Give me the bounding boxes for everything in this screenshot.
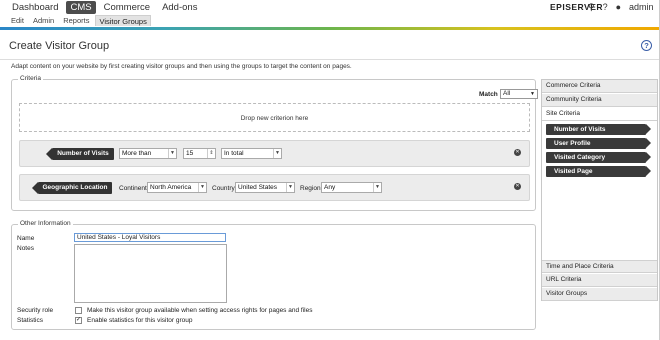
subnav-admin[interactable]: Admin	[30, 15, 57, 26]
search-icon[interactable]: ⚲	[588, 2, 595, 13]
continent-label: Continent	[119, 185, 147, 192]
panel-header-time-place-criteria[interactable]: Time and Place Criteria	[542, 260, 657, 273]
criterion-row-geographic-location: Geographic Location Continent North Amer…	[19, 174, 530, 201]
region-label: Region	[300, 185, 321, 192]
subnav-visitor-groups[interactable]: Visitor Groups	[95, 15, 151, 26]
chevron-down-icon: ▼	[530, 91, 535, 97]
country-value: United States	[238, 184, 278, 191]
panel-header-community-criteria[interactable]: Community Criteria	[542, 94, 657, 107]
criteria-legend: Criteria	[18, 75, 43, 82]
help-menu-icon[interactable]: ?	[603, 2, 608, 12]
criterion-tag[interactable]: Number of Visits	[46, 148, 114, 160]
comparison-value: More than	[122, 150, 152, 157]
user-icon[interactable]: ●	[616, 2, 621, 12]
region-value: Any	[324, 184, 336, 191]
top-bar: Dashboard CMS Commerce Add-ons EPISERVER…	[0, 0, 660, 14]
panel-header-commerce-criteria[interactable]: Commerce Criteria	[542, 80, 657, 93]
stepper-arrows-icon[interactable]: ⇕	[207, 149, 215, 158]
period-select[interactable]: In total ▼	[221, 148, 282, 159]
chevron-down-icon: ▼	[168, 149, 176, 158]
continent-select[interactable]: North America ▼	[147, 182, 207, 193]
match-label: Match	[479, 91, 498, 98]
subnav-edit[interactable]: Edit	[8, 15, 27, 26]
chevron-down-icon: ▼	[273, 149, 281, 158]
statistics-text: Enable statistics for this visitor group	[87, 317, 193, 324]
notes-textarea[interactable]	[74, 244, 227, 303]
match-value: All	[503, 90, 511, 97]
criteria-fieldset: Criteria Match All ▼ Drop new criterion …	[11, 75, 538, 211]
period-value: In total	[224, 150, 244, 157]
nav-commerce[interactable]: Commerce	[100, 1, 154, 14]
criterion-number-of-visits[interactable]: Number of Visits	[546, 124, 651, 135]
sub-nav: Edit Admin Reports Visitor Groups	[8, 15, 154, 26]
statistics-checkbox[interactable]: ✓	[75, 317, 82, 324]
name-label: Name	[17, 235, 35, 242]
panel-header-url-criteria[interactable]: URL Criteria	[542, 274, 657, 287]
name-field[interactable]: United States - Loyal Visitors	[74, 233, 226, 242]
visits-count-stepper[interactable]: 15 ⇕	[183, 148, 216, 159]
chevron-down-icon: ▼	[373, 183, 381, 192]
nav-cms[interactable]: CMS	[66, 0, 96, 14]
page-header: Create Visitor Group ?	[0, 30, 660, 60]
criterion-row-number-of-visits: Number of Visits More than ▼ 15 ⇕ In tot…	[19, 140, 530, 167]
criterion-tag[interactable]: Geographic Location	[32, 182, 112, 194]
other-information-legend: Other Information	[18, 220, 73, 227]
security-role-label: Security role	[17, 307, 54, 314]
match-select[interactable]: All ▼	[500, 89, 538, 99]
subnav-reports[interactable]: Reports	[60, 15, 92, 26]
notes-label: Notes	[17, 245, 34, 252]
criterion-user-profile[interactable]: User Profile	[546, 138, 651, 149]
comparison-select[interactable]: More than ▼	[119, 148, 177, 159]
top-nav: Dashboard CMS Commerce Add-ons	[8, 0, 205, 14]
continent-value: North America	[150, 184, 192, 191]
panel-header-site-criteria[interactable]: Site Criteria	[542, 108, 657, 121]
other-information-fieldset: Other Information Name United States - L…	[11, 220, 536, 330]
panel-header-visitor-groups[interactable]: Visitor Groups	[542, 288, 657, 301]
criterion-drop-zone[interactable]: Drop new criterion here	[19, 103, 530, 132]
close-icon[interactable]: ✕	[514, 183, 521, 190]
help-icon[interactable]: ?	[641, 40, 652, 51]
nav-dashboard[interactable]: Dashboard	[8, 1, 62, 14]
security-role-text: Make this visitor group available when s…	[87, 307, 313, 314]
close-icon[interactable]: ✕	[514, 149, 521, 156]
criterion-visited-category[interactable]: Visited Category	[546, 152, 651, 163]
chevron-down-icon: ▼	[286, 183, 294, 192]
page-title: Create Visitor Group	[9, 40, 110, 52]
sub-bar: Edit Admin Reports Visitor Groups	[0, 14, 660, 27]
country-select[interactable]: United States ▼	[235, 182, 295, 193]
user-name[interactable]: admin	[629, 2, 654, 12]
criteria-picker-panel: Commerce Criteria Community Criteria Sit…	[541, 79, 658, 301]
region-select[interactable]: Any ▼	[321, 182, 382, 193]
top-icons: ⚲ ? ● admin	[588, 1, 660, 13]
criterion-visited-page[interactable]: Visited Page	[546, 166, 651, 177]
statistics-label: Statistics	[17, 317, 44, 324]
country-label: Country	[212, 185, 235, 192]
chevron-down-icon: ▼	[198, 183, 206, 192]
intro-text: Adapt content on your website by first c…	[11, 63, 352, 70]
visits-count-value: 15	[186, 150, 194, 157]
security-role-checkbox[interactable]	[75, 307, 82, 314]
nav-addons[interactable]: Add-ons	[158, 1, 201, 14]
